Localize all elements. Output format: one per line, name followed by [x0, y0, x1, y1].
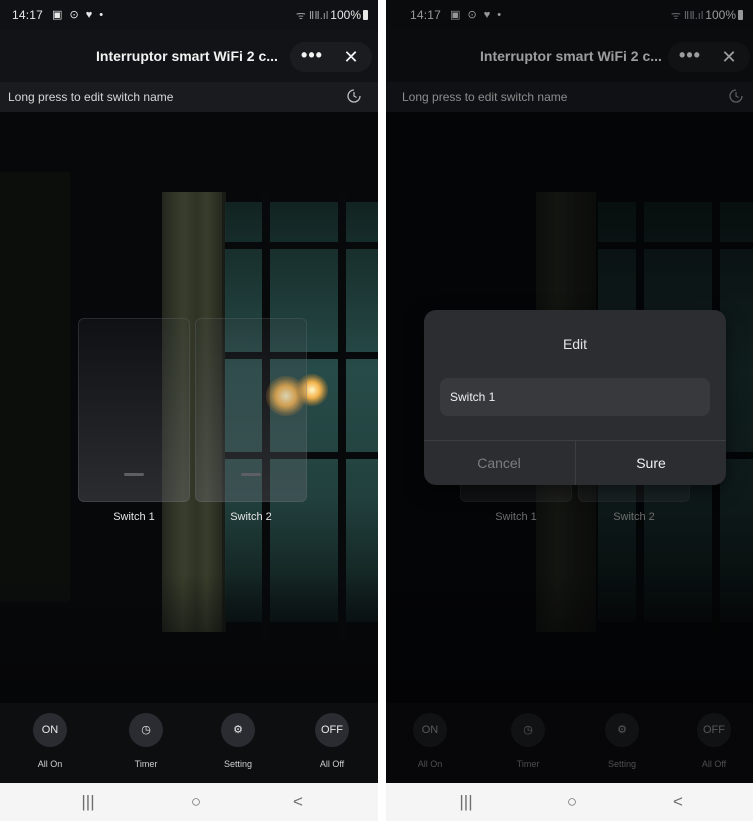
app-header: Interruptor smart WiFi 2 c... ••• ✕	[0, 30, 378, 82]
cancel-button[interactable]: Cancel	[424, 441, 574, 485]
home-button[interactable]: ○	[176, 791, 216, 813]
clock-icon: ◷	[129, 713, 163, 747]
sure-button[interactable]: Sure	[576, 441, 726, 485]
window-frame	[225, 242, 378, 249]
switch-1-label: Switch 1	[113, 511, 155, 523]
edit-dialog: Edit Cancel Sure	[424, 310, 726, 485]
system-nav-bar: ||| ○ <	[0, 783, 378, 821]
settings-icon: ⚙	[221, 713, 255, 747]
status-bar: 14:17 ▣ ⊙ ♥ • ᯤ ⅡⅡ.ıl 100%	[0, 0, 378, 30]
all-on-button[interactable]: ON All On	[22, 713, 78, 769]
tool-label: Timer	[134, 759, 158, 769]
page-title: Interruptor smart WiFi 2 c...	[96, 48, 278, 64]
switch-name-input[interactable]	[440, 378, 710, 416]
back-button[interactable]: <	[658, 791, 698, 813]
tool-label: All Off	[319, 759, 345, 769]
scene-floor	[0, 573, 378, 703]
phone-screen-edit-dialog: 14:17 ▣ ⊙ ♥ • ᯤ ⅡⅡ.ıl 100% Interruptor sm…	[386, 0, 753, 821]
power-off-icon: OFF	[315, 713, 349, 747]
setting-button[interactable]: ⚙ Setting	[210, 713, 266, 769]
battery-level: 100%	[330, 8, 361, 22]
status-right: ᯤ ⅡⅡ.ıl 100%	[296, 8, 368, 23]
more-options-button[interactable]: •••	[292, 42, 332, 72]
recent-apps-button[interactable]: |||	[68, 791, 108, 813]
tool-label: All On	[37, 759, 63, 769]
tool-label: Setting	[223, 759, 253, 769]
scene-wall	[0, 172, 70, 602]
status-time: 14:17	[12, 8, 44, 22]
battery-icon	[363, 10, 368, 20]
screenshot-gap	[378, 0, 386, 821]
dialog-title: Edit	[562, 336, 588, 352]
timer-button[interactable]: ◷ Timer	[118, 713, 174, 769]
all-off-button[interactable]: OFF All Off	[304, 713, 360, 769]
switch-2-label: Switch 2	[230, 511, 272, 523]
back-button[interactable]: <	[278, 791, 318, 813]
system-nav-bar: ||| ○ <	[386, 783, 753, 821]
status-notification-icons: ▣ ⊙ ♥ •	[52, 9, 106, 21]
recent-apps-button[interactable]: |||	[446, 791, 486, 813]
close-button[interactable]: ✕	[336, 42, 366, 72]
phone-screen-main: 14:17 ▣ ⊙ ♥ • ᯤ ⅡⅡ.ıl 100% Interruptor sm…	[0, 0, 378, 821]
bottom-toolbar: ON All On ◷ Timer ⚙ Setting OFF All Off	[0, 703, 378, 783]
switch-indicator	[124, 473, 144, 476]
hint-text: Long press to edit switch name	[8, 90, 174, 104]
power-on-icon: ON	[33, 713, 67, 747]
signal-icon: ᯤ ⅡⅡ.ıl	[295, 10, 329, 22]
hint-bar: Long press to edit switch name	[0, 82, 378, 112]
switch-indicator	[241, 473, 261, 476]
home-button[interactable]: ○	[552, 791, 592, 813]
switch-2[interactable]	[195, 318, 307, 502]
switch-1[interactable]	[78, 318, 190, 502]
sync-icon[interactable]	[346, 88, 362, 104]
